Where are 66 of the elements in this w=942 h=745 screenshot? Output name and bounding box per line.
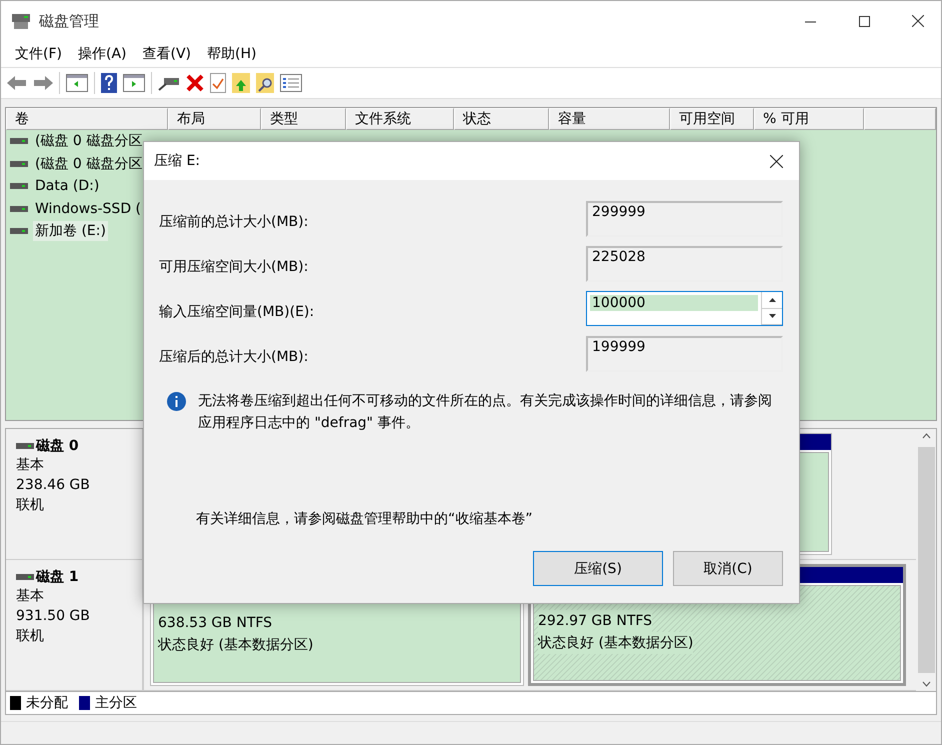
readonly-field: 225028	[586, 246, 783, 282]
info-message: 无法将卷压缩到超出任何不可移动的文件所在的点。有关完成该操作时间的详细信息，请参阅应用程序日志中的 "defrag" 事件。	[198, 392, 773, 433]
volume-name[interactable]: Windows-SSD (	[33, 200, 144, 218]
menu-item[interactable]: 操作(A)	[70, 45, 134, 63]
drive-icon	[16, 573, 34, 581]
help-text: 有关详细信息，请参阅磁盘管理帮助中的“收缩基本卷”	[196, 510, 534, 528]
column-header[interactable]: 卷	[6, 108, 168, 130]
drive-icon	[10, 182, 28, 190]
column-header[interactable]: 布局	[168, 108, 261, 130]
field-label: 可用压缩空间大小(MB):	[159, 258, 310, 276]
partition-status: 状态良好 (基本数据分区)	[538, 632, 694, 654]
column-header[interactable]: % 可用	[754, 108, 864, 130]
window-title: 磁盘管理	[39, 12, 100, 30]
menu-item[interactable]: 文件(F)	[7, 45, 70, 63]
forward-arrow-icon[interactable]	[33, 75, 53, 91]
list-icon[interactable]	[280, 74, 302, 92]
legend-label: 主分区	[95, 694, 137, 712]
dialog-title: 压缩 E:	[154, 152, 202, 170]
disk-status: 联机	[16, 627, 45, 646]
field-label: 压缩后的总计大小(MB):	[159, 348, 310, 366]
readonly-field: 199999	[586, 336, 783, 372]
disk-drive-icon	[11, 12, 31, 30]
column-header[interactable]: 容量	[549, 108, 670, 130]
help-icon[interactable]	[101, 73, 117, 93]
drive-icon	[10, 137, 28, 146]
drive-icon	[10, 160, 28, 168]
drive-connect-icon[interactable]	[158, 75, 180, 91]
dialog-button[interactable]: 压缩(S)	[533, 551, 663, 586]
back-arrow-icon[interactable]	[7, 75, 27, 91]
field-label: 压缩前的总计大小(MB):	[159, 212, 310, 230]
size-input-field[interactable]: 100000	[586, 291, 783, 326]
panel-icon[interactable]	[123, 74, 145, 92]
disk-status: 联机	[16, 496, 45, 515]
legend-label: 未分配	[26, 694, 68, 712]
column-header[interactable]: 文件系统	[346, 108, 454, 130]
menu-item[interactable]: 帮助(H)	[199, 45, 264, 63]
column-header[interactable]: 类型	[261, 108, 346, 130]
folder-search-icon[interactable]	[256, 73, 274, 93]
info-icon	[167, 392, 186, 411]
close-icon[interactable]	[912, 15, 924, 27]
volume-name[interactable]: 新加卷 (E:)	[33, 221, 108, 242]
volume-name[interactable]: Data (D:)	[33, 177, 102, 196]
drive-icon	[10, 204, 28, 213]
disk-size: 931.50 GB	[16, 607, 91, 626]
drive-icon	[16, 442, 34, 450]
checklist-icon[interactable]	[210, 73, 226, 93]
delete-icon[interactable]	[186, 74, 204, 92]
disk-size: 238.46 GB	[16, 476, 91, 495]
readonly-field: 299999	[586, 200, 783, 236]
column-header[interactable]: 可用空间	[670, 108, 754, 130]
disk-name: 磁盘 1	[36, 568, 79, 586]
column-header[interactable]: 状态	[454, 108, 549, 130]
dialog-button[interactable]: 取消(C)	[673, 551, 783, 586]
disk-name: 磁盘 0	[36, 437, 79, 455]
volume-name[interactable]: (磁盘 0 磁盘分区	[33, 131, 144, 152]
panel-icon[interactable]	[66, 74, 88, 92]
drive-icon	[10, 227, 28, 236]
disk-type: 基本	[16, 456, 45, 475]
maximize-icon[interactable]	[858, 16, 870, 26]
field-label: 输入压缩空间量(MB)(E):	[159, 302, 316, 320]
header-filler	[864, 108, 936, 130]
partition-size: 292.97 GB NTFS	[538, 610, 652, 632]
menu-item[interactable]: 查看(V)	[134, 45, 200, 63]
close-icon[interactable]	[770, 154, 782, 168]
disk-type: 基本	[16, 587, 45, 606]
volume-name[interactable]: (磁盘 0 磁盘分区	[33, 154, 144, 174]
